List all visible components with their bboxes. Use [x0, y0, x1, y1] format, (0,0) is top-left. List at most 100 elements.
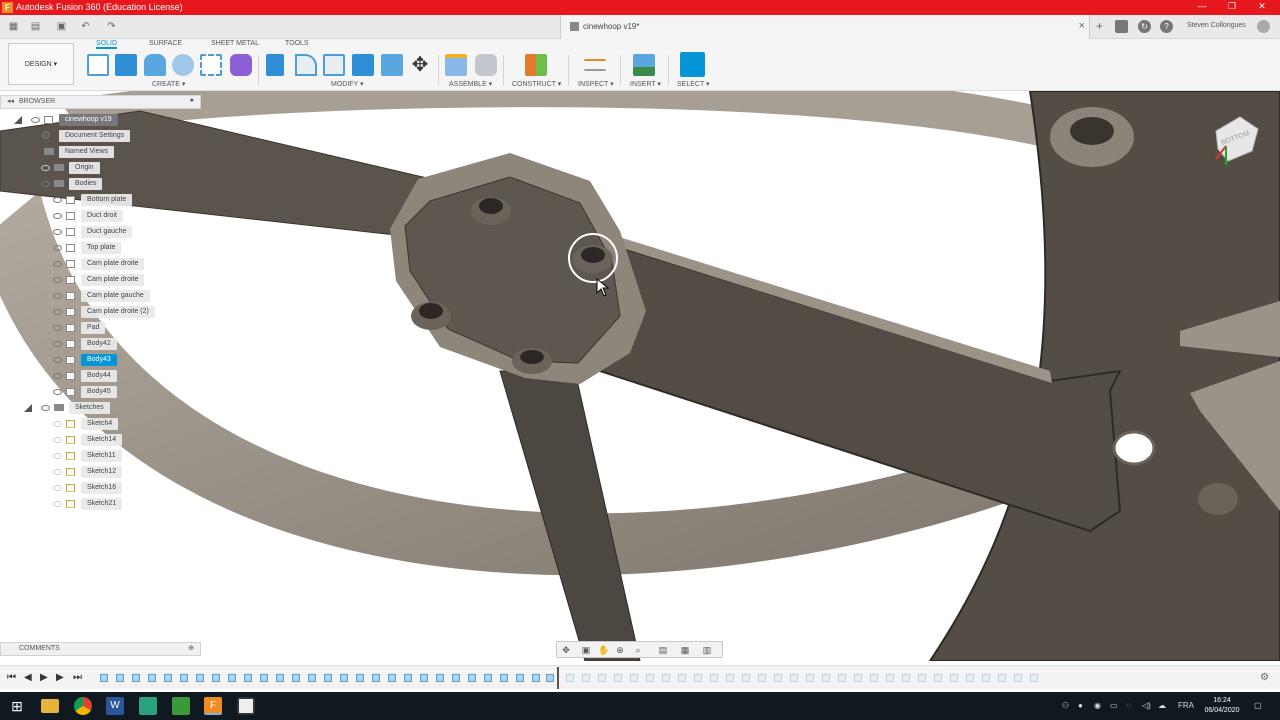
go-to-start-icon[interactable]: ⏮ [7, 672, 16, 683]
go-to-end-icon[interactable]: ⏭ [73, 672, 82, 683]
visibility-icon[interactable] [53, 309, 62, 315]
visibility-icon[interactable] [41, 165, 50, 171]
new-tab-icon[interactable]: + [1094, 20, 1105, 32]
visibility-icon[interactable] [53, 229, 62, 235]
tab-sheet-metal[interactable]: SHEET METAL [211, 40, 259, 47]
comments-panel[interactable]: COMMENTS ⊕ [0, 642, 201, 656]
timeline-feature[interactable] [228, 674, 236, 682]
timeline-feature[interactable] [404, 674, 412, 682]
grid-settings-icon[interactable]: ▦ [680, 645, 690, 655]
visibility-icon[interactable] [53, 373, 62, 379]
press-pull-icon[interactable] [266, 54, 284, 76]
maximize-button[interactable]: ❐ [1222, 1, 1242, 12]
timeline-feature[interactable] [436, 674, 444, 682]
tab-tools[interactable]: TOOLS [285, 40, 309, 47]
browser-panel-header[interactable]: ◂◂ BROWSER ● [0, 95, 201, 109]
offset-plane-icon[interactable] [525, 54, 547, 76]
visibility-icon[interactable] [53, 277, 62, 283]
fillet-icon[interactable] [295, 54, 317, 76]
timeline-feature-suppressed[interactable] [614, 674, 622, 682]
job-status-icon[interactable] [1115, 20, 1128, 33]
standoff-5[interactable] [1198, 483, 1238, 515]
timeline-feature[interactable] [260, 674, 268, 682]
pattern-icon[interactable] [200, 54, 222, 76]
visibility-icon[interactable] [53, 341, 62, 347]
chrome-icon[interactable] [74, 697, 92, 715]
notification-center-icon[interactable]: ▢ [1254, 701, 1262, 710]
timeline-feature-suppressed[interactable] [950, 674, 958, 682]
help-icon[interactable]: ? [1160, 20, 1173, 33]
look-at-icon[interactable]: ▣ [581, 645, 591, 655]
timeline-feature[interactable] [308, 674, 316, 682]
timeline-feature-suppressed[interactable] [758, 674, 766, 682]
create-form-icon[interactable] [230, 54, 252, 76]
chamfer-icon[interactable] [323, 54, 345, 76]
play-icon[interactable]: ▶ [40, 672, 48, 683]
app-icon[interactable] [139, 697, 157, 715]
fusion-taskbar-icon[interactable]: F [204, 697, 222, 715]
timeline-feature[interactable] [148, 674, 156, 682]
timeline-feature[interactable] [244, 674, 252, 682]
collapse-browser-icon[interactable]: ◂◂ [7, 97, 14, 105]
visibility-icon[interactable] [53, 453, 62, 459]
timeline-feature[interactable] [532, 674, 540, 682]
timeline-feature-suppressed[interactable] [806, 674, 814, 682]
language-indicator[interactable]: FRA [1178, 701, 1194, 710]
assemble-group-label[interactable]: ASSEMBLE ▾ [449, 80, 492, 88]
visibility-icon[interactable] [31, 117, 40, 123]
data-panel-icon[interactable]: ▦ [8, 21, 19, 32]
redo-icon[interactable]: ↷ [106, 21, 117, 32]
new-component-icon[interactable] [445, 54, 467, 76]
timeline-feature[interactable] [164, 674, 172, 682]
timeline-feature[interactable] [420, 674, 428, 682]
visibility-icon[interactable] [53, 245, 62, 251]
timeline-feature[interactable] [546, 674, 554, 682]
visibility-icon[interactable] [41, 405, 50, 411]
notifications-icon[interactable]: ↻ [1138, 20, 1151, 33]
visibility-icon[interactable] [53, 389, 62, 395]
microphone-icon[interactable]: ● [1078, 701, 1083, 710]
joint-icon[interactable] [475, 54, 497, 76]
user-tray-icon[interactable]: ⚇ [1062, 701, 1069, 710]
viewports-icon[interactable]: ▥ [702, 645, 712, 655]
volume-icon[interactable]: ◁) [1142, 701, 1151, 710]
timeline-feature-suppressed[interactable] [694, 674, 702, 682]
timeline-feature-suppressed[interactable] [582, 674, 590, 682]
close-tab-icon[interactable]: × [1079, 20, 1085, 32]
timeline-feature-suppressed[interactable] [934, 674, 942, 682]
document-tab[interactable]: cinewhoop v19* × [560, 15, 1090, 39]
fit-icon[interactable]: ⌕ [633, 645, 643, 655]
timeline-feature-suppressed[interactable] [918, 674, 926, 682]
timeline-feature[interactable] [372, 674, 380, 682]
timeline-feature-suppressed[interactable] [790, 674, 798, 682]
close-window-button[interactable]: ✕ [1252, 1, 1272, 12]
timeline-feature-suppressed[interactable] [870, 674, 878, 682]
timeline-feature[interactable] [356, 674, 364, 682]
timeline-feature-suppressed[interactable] [710, 674, 718, 682]
combine-icon[interactable] [352, 54, 374, 76]
onedrive-icon[interactable]: ☁ [1158, 701, 1166, 710]
timeline-feature[interactable] [132, 674, 140, 682]
orbit-icon[interactable]: ✥ [561, 645, 571, 655]
timeline-feature[interactable] [116, 674, 124, 682]
hole-icon[interactable] [172, 54, 194, 76]
create-sketch-icon[interactable] [87, 54, 109, 76]
timeline-feature[interactable] [468, 674, 476, 682]
system-clock[interactable]: 16:24 06/04/2020 [1202, 696, 1242, 716]
timeline-feature-suppressed[interactable] [902, 674, 910, 682]
word-icon[interactable]: W [106, 697, 124, 715]
move-icon[interactable]: ✥ [409, 54, 431, 76]
timeline-feature-suppressed[interactable] [1014, 674, 1022, 682]
canvas-viewport[interactable]: BOTTOM [0, 91, 1280, 661]
visibility-icon[interactable] [53, 421, 62, 427]
timeline-feature-suppressed[interactable] [678, 674, 686, 682]
visibility-icon[interactable] [53, 197, 62, 203]
battery-icon[interactable]: ▭ [1110, 701, 1118, 710]
display-settings-icon[interactable]: ▤ [658, 645, 668, 655]
timeline-feature-suppressed[interactable] [742, 674, 750, 682]
timeline-feature-suppressed[interactable] [726, 674, 734, 682]
insert-group-label[interactable]: INSERT ▾ [630, 80, 661, 88]
timeline-feature[interactable] [100, 674, 108, 682]
profile-icon[interactable] [1257, 20, 1270, 33]
timeline-feature-suppressed[interactable] [598, 674, 606, 682]
